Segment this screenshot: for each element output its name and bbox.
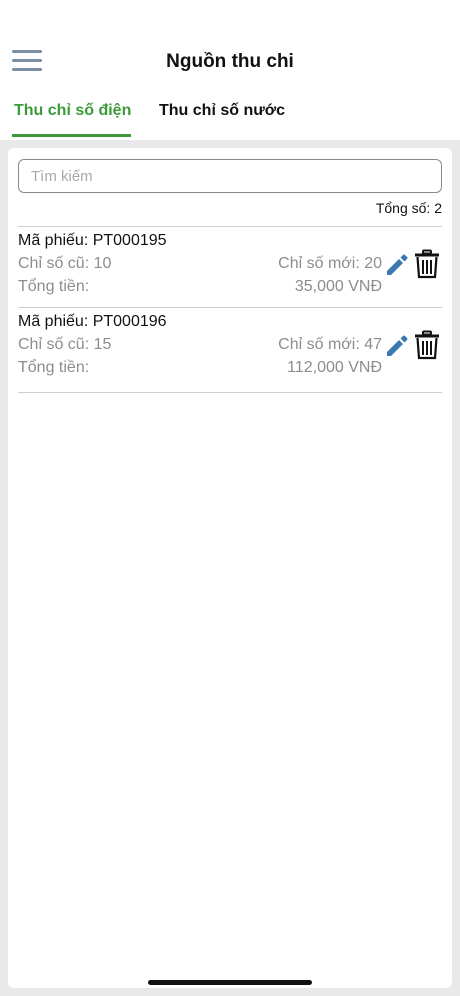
record-new-index: Chỉ số mới: 20 [278, 255, 382, 272]
total-count: Tổng số: 2 [375, 200, 442, 216]
record-old-index: Chỉ số cũ: 10 [18, 255, 112, 272]
home-indicator[interactable] [148, 980, 312, 985]
record-total-label: Tổng tiền: [18, 359, 90, 376]
edit-button[interactable] [384, 333, 410, 359]
record-code: Mã phiếu: PT000195 [18, 232, 167, 249]
tab-bar: Thu chỉ số điện Thu chỉ số nước [0, 96, 460, 140]
active-tab-indicator [12, 134, 131, 137]
page-title: Nguồn thu chi [166, 51, 294, 72]
record-total-label: Tổng tiền: [18, 278, 90, 295]
edit-button[interactable] [384, 252, 410, 278]
record-new-index: Chỉ số mới: 47 [278, 336, 382, 353]
delete-button[interactable] [414, 249, 440, 279]
trash-icon [415, 330, 439, 360]
search-input[interactable] [18, 159, 442, 193]
record-old-index: Chỉ số cũ: 15 [18, 336, 112, 353]
trash-icon [415, 249, 439, 279]
record-total-value: 35,000 VNĐ [294, 278, 382, 295]
record-code: Mã phiếu: PT000196 [18, 313, 167, 330]
app-header: Nguồn thu chi [0, 0, 460, 90]
tab-water[interactable]: Thu chỉ số nước [159, 102, 285, 140]
list-item: Mã phiếu: PT000195 Chỉ số cũ: 10 Chỉ số … [18, 226, 442, 312]
pencil-icon [387, 335, 408, 356]
delete-button[interactable] [414, 330, 440, 360]
pencil-icon [387, 254, 408, 275]
record-total-value: 112,000 VNĐ [287, 359, 382, 376]
list-item: Mã phiếu: PT000196 Chỉ số cũ: 15 Chỉ số … [18, 307, 442, 393]
